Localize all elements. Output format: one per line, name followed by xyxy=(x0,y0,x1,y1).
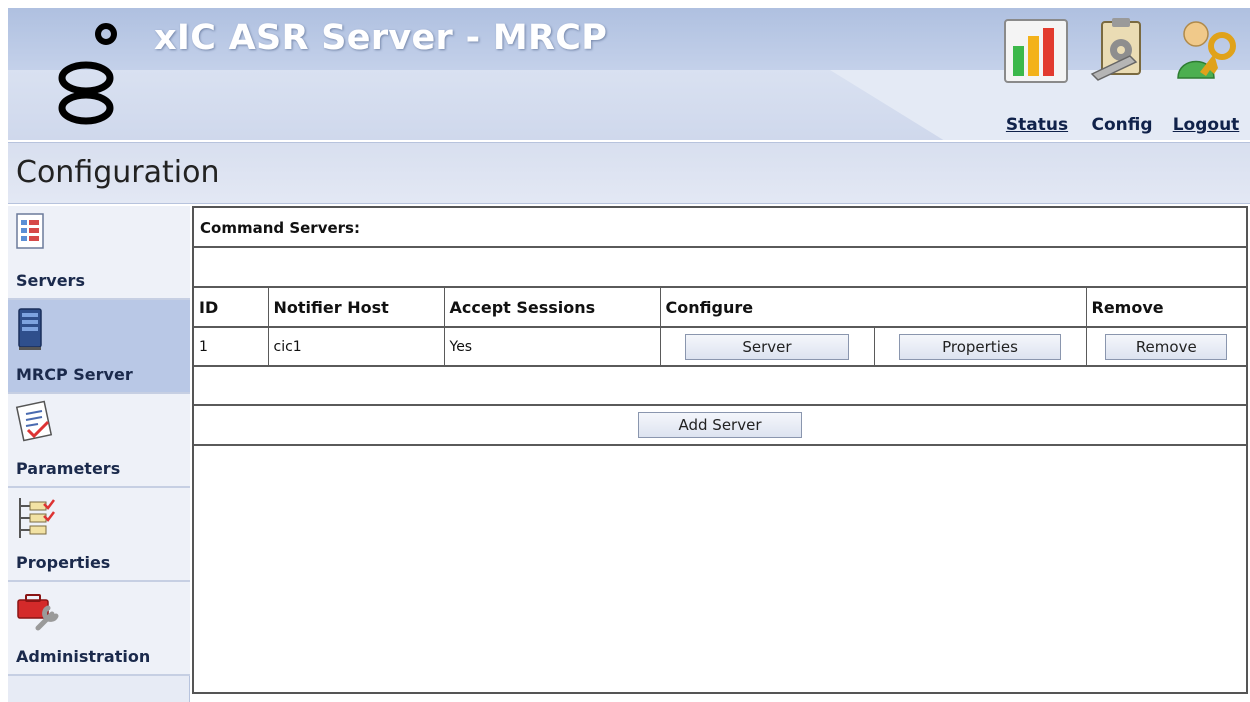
remove-server-button[interactable]: Remove xyxy=(1105,333,1228,360)
command-servers-table: ID Notifier Host Accept Sessions Configu… xyxy=(194,288,1246,367)
server-tower-icon xyxy=(18,308,42,350)
sidebar-item-label: Properties xyxy=(16,553,111,572)
cell-configure-server: Server xyxy=(660,327,875,367)
page-heading-bar: Configuration xyxy=(8,142,1250,204)
table-row: 1 cic1 Yes Server Properties Remove xyxy=(194,327,1246,367)
configure-server-button[interactable]: Server xyxy=(685,333,849,360)
cell-remove: Remove xyxy=(1086,327,1246,367)
cell-notifier-host: cic1 xyxy=(268,327,445,367)
brand-logo-icon xyxy=(58,23,117,125)
app-header: xIC ASR Server - MRCP Status Config Logo… xyxy=(8,8,1250,140)
sidebar-item-properties[interactable]: Properties xyxy=(8,488,190,582)
nav-logout-label[interactable]: Logout xyxy=(1166,115,1246,135)
nav-config[interactable]: Config xyxy=(1080,16,1164,135)
section-title-row: Command Servers: xyxy=(194,208,1246,248)
parameters-document-icon xyxy=(15,400,53,442)
properties-tree-icon xyxy=(19,498,55,538)
sidebar-item-administration[interactable]: Administration xyxy=(8,582,190,676)
sidebar-item-label: Administration xyxy=(16,647,151,666)
content-panel: Command Servers: ID Notifier Host Accept… xyxy=(192,206,1248,694)
nav-status-label[interactable]: Status xyxy=(996,115,1078,135)
logout-user-key-icon xyxy=(1177,21,1236,79)
sidebar: Servers MRCP Server Parameters Propertie… xyxy=(8,206,190,702)
servers-checklist-icon xyxy=(16,213,44,249)
nav-logout[interactable]: Logout xyxy=(1166,16,1246,135)
col-header-accept-sessions: Accept Sessions xyxy=(444,288,661,328)
app-title: xIC ASR Server - MRCP xyxy=(154,18,608,58)
cell-configure-properties: Properties xyxy=(874,327,1087,367)
sidebar-item-label: Parameters xyxy=(16,459,121,478)
table-header-row: ID Notifier Host Accept Sessions Configu… xyxy=(194,288,1246,328)
sidebar-item-parameters[interactable]: Parameters xyxy=(8,394,190,488)
sidebar-item-label: Servers xyxy=(16,271,85,290)
spacer-row xyxy=(194,248,1246,288)
configure-properties-button[interactable]: Properties xyxy=(899,333,1061,360)
sidebar-item-mrcp-server[interactable]: MRCP Server xyxy=(8,300,190,394)
sidebar-item-servers[interactable]: Servers xyxy=(8,206,190,300)
add-server-button[interactable]: Add Server xyxy=(638,412,802,438)
nav-status[interactable]: Status xyxy=(996,16,1078,135)
top-nav: Status Config Logout xyxy=(996,16,1246,140)
spacer-row xyxy=(194,366,1246,406)
col-header-remove: Remove xyxy=(1086,288,1246,328)
sidebar-item-label: MRCP Server xyxy=(16,365,133,384)
config-clipboard-icon xyxy=(1090,18,1141,81)
administration-toolbox-icon xyxy=(17,594,59,631)
col-header-id: ID xyxy=(194,288,269,328)
add-server-row: Add Server xyxy=(194,406,1246,446)
col-header-notifier-host: Notifier Host xyxy=(268,288,445,328)
nav-config-label: Config xyxy=(1091,115,1153,135)
col-header-configure: Configure xyxy=(660,288,1087,328)
cell-id: 1 xyxy=(194,327,269,367)
status-chart-icon xyxy=(1004,19,1068,83)
cell-accept-sessions: Yes xyxy=(444,327,661,367)
page-title: Configuration xyxy=(16,155,220,190)
section-title: Command Servers: xyxy=(200,219,360,237)
